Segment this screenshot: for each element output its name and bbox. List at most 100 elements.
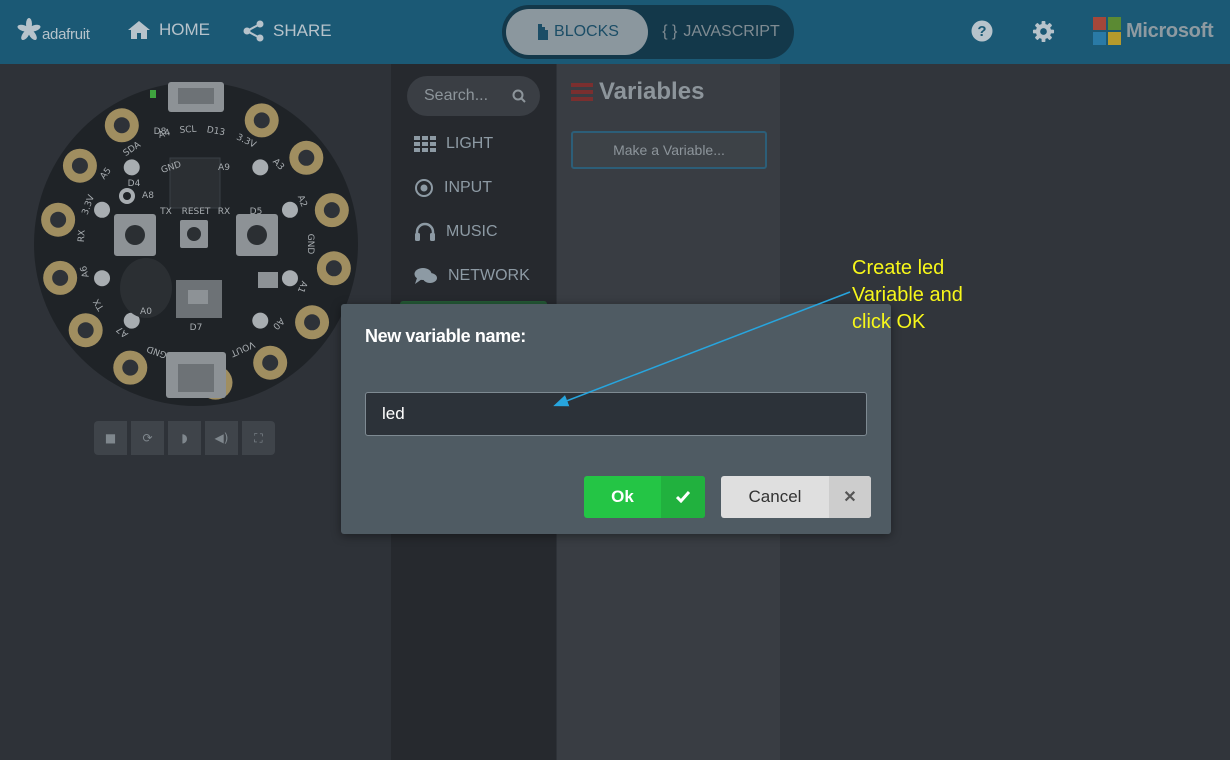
ok-label: Ok	[611, 487, 634, 506]
new-variable-dialog: New variable name: Ok Cancel ✕	[341, 304, 891, 534]
circuit-playground-board[interactable]: D133.3VA3A2GNDA1A0VOUTGNDA7TXA6RX3.3VA5S…	[28, 74, 368, 414]
flyout-title: Variables	[571, 78, 704, 106]
pin-label: SCL	[179, 125, 197, 136]
adafruit-flower-icon	[17, 18, 41, 41]
annotation-line: Variable and	[852, 284, 963, 306]
pad-hole	[253, 112, 270, 129]
pin-label: A8	[142, 191, 154, 201]
pad-hole	[113, 117, 130, 134]
javascript-tab-label: JAVASCRIPT	[683, 23, 780, 40]
make-variable-button[interactable]: Make a Variable...	[571, 131, 767, 169]
pin-label: A9	[218, 163, 230, 173]
svg-text:?: ?	[977, 23, 986, 40]
home-button[interactable]: HOME	[127, 20, 210, 40]
microsoft-label: Microsoft	[1126, 19, 1214, 42]
editor-toggle: BLOCKS { } JAVASCRIPT	[502, 5, 794, 59]
neopixel-led[interactable]	[123, 159, 140, 176]
pad-hole	[323, 202, 340, 219]
pin-label: D5	[250, 207, 263, 217]
pad-hole	[77, 322, 94, 339]
search-placeholder: Search...	[424, 87, 489, 104]
stop-icon: ■	[104, 431, 117, 445]
headphones-icon	[415, 222, 435, 241]
mute-button[interactable]: ◀)	[205, 421, 238, 455]
ok-button[interactable]: Ok	[584, 476, 705, 518]
variables-icon	[571, 83, 593, 101]
neopixel-led[interactable]	[94, 270, 111, 287]
pad-hole	[262, 354, 279, 371]
checkmark-icon	[661, 476, 705, 518]
share-button[interactable]: SHARE	[243, 20, 332, 42]
close-icon: ✕	[829, 476, 871, 518]
pad-hole	[298, 149, 315, 166]
neopixel-led[interactable]	[281, 201, 298, 218]
category-label: LIGHT	[446, 135, 494, 152]
refresh-icon: ⟳	[142, 431, 153, 445]
blocks-tab-label: BLOCKS	[554, 23, 619, 40]
annotation-line: Create led	[852, 257, 945, 279]
microsoft-squares-icon	[1093, 17, 1121, 45]
search-icon	[512, 89, 526, 103]
neopixel-led[interactable]	[281, 270, 298, 287]
fullscreen-button[interactable]: ⛶	[242, 421, 275, 455]
pin-label: GND	[305, 234, 315, 255]
category-label: INPUT	[444, 179, 492, 196]
category-input[interactable]: INPUT	[400, 169, 547, 207]
adafruit-logo[interactable]: adafruit	[16, 17, 90, 43]
fullscreen-icon: ⛶	[254, 430, 263, 445]
category-network[interactable]: NETWORK	[400, 257, 547, 295]
pin-label: D8	[154, 127, 167, 137]
neopixel-led[interactable]	[252, 159, 269, 176]
grid-icon	[414, 136, 436, 152]
category-light[interactable]: LIGHT	[400, 125, 547, 163]
restart-button[interactable]: ⟳	[131, 421, 164, 455]
chat-icon	[414, 268, 437, 284]
variable-name-input[interactable]	[365, 392, 867, 436]
share-icon	[243, 20, 264, 42]
pin-label: TX	[159, 207, 172, 217]
help-button[interactable]: ?	[971, 20, 993, 46]
category-label: NETWORK	[448, 267, 530, 284]
snail-icon: ◗	[181, 431, 188, 445]
slow-motion-button[interactable]: ◗	[168, 421, 201, 455]
category-music[interactable]: MUSIC	[400, 213, 547, 251]
puzzle-icon	[538, 24, 549, 40]
help-icon: ?	[971, 20, 993, 42]
pin-label: RESET	[182, 207, 211, 217]
pin-label: D4	[128, 179, 141, 189]
neopixel-led[interactable]	[94, 201, 111, 218]
toolbox-search[interactable]: Search...	[407, 76, 540, 116]
stop-button[interactable]: ■	[94, 421, 127, 455]
pad-hole	[122, 359, 139, 376]
blocks-tab[interactable]: BLOCKS	[506, 9, 648, 55]
cancel-label: Cancel	[748, 487, 802, 506]
simulator-controls: ■ ⟳ ◗ ◀) ⛶	[94, 421, 275, 455]
javascript-tab[interactable]: { } JAVASCRIPT	[652, 9, 790, 55]
pin-label: A0	[140, 307, 152, 317]
category-label: MUSIC	[446, 223, 498, 240]
target-icon	[415, 179, 433, 197]
pin-label: RX	[77, 230, 88, 243]
home-label: HOME	[159, 20, 210, 39]
home-icon	[128, 21, 150, 39]
volume-icon: ◀)	[214, 431, 229, 445]
neopixel-led[interactable]	[252, 312, 269, 329]
flyout-title-label: Variables	[599, 78, 705, 105]
dialog-title: New variable name:	[365, 326, 526, 346]
annotation-callout: Create led Variable and click OK	[852, 255, 1012, 336]
gear-icon	[1032, 20, 1055, 43]
pad-hole	[71, 157, 88, 174]
braces-icon: { }	[662, 23, 678, 40]
annotation-line: click OK	[852, 311, 926, 333]
pad-hole	[304, 314, 321, 331]
pad-hole	[325, 260, 342, 277]
top-menu-bar: adafruit HOME SHARE BLOCKS { } JAVASCRIP…	[0, 0, 1230, 64]
pin-label: D7	[190, 323, 203, 333]
pad-hole	[52, 269, 69, 286]
microsoft-logo[interactable]: Microsoft	[1093, 17, 1214, 45]
logo-text: adafruit	[42, 26, 90, 43]
cancel-button[interactable]: Cancel ✕	[721, 476, 871, 518]
pad-hole	[50, 211, 67, 228]
simulator-panel: D13 3.3V A3 A2 GND A1 A0 VOUT GND A7 TX A6 RX 3.3V A5 S…	[0, 64, 391, 760]
settings-button[interactable]	[1032, 20, 1055, 47]
